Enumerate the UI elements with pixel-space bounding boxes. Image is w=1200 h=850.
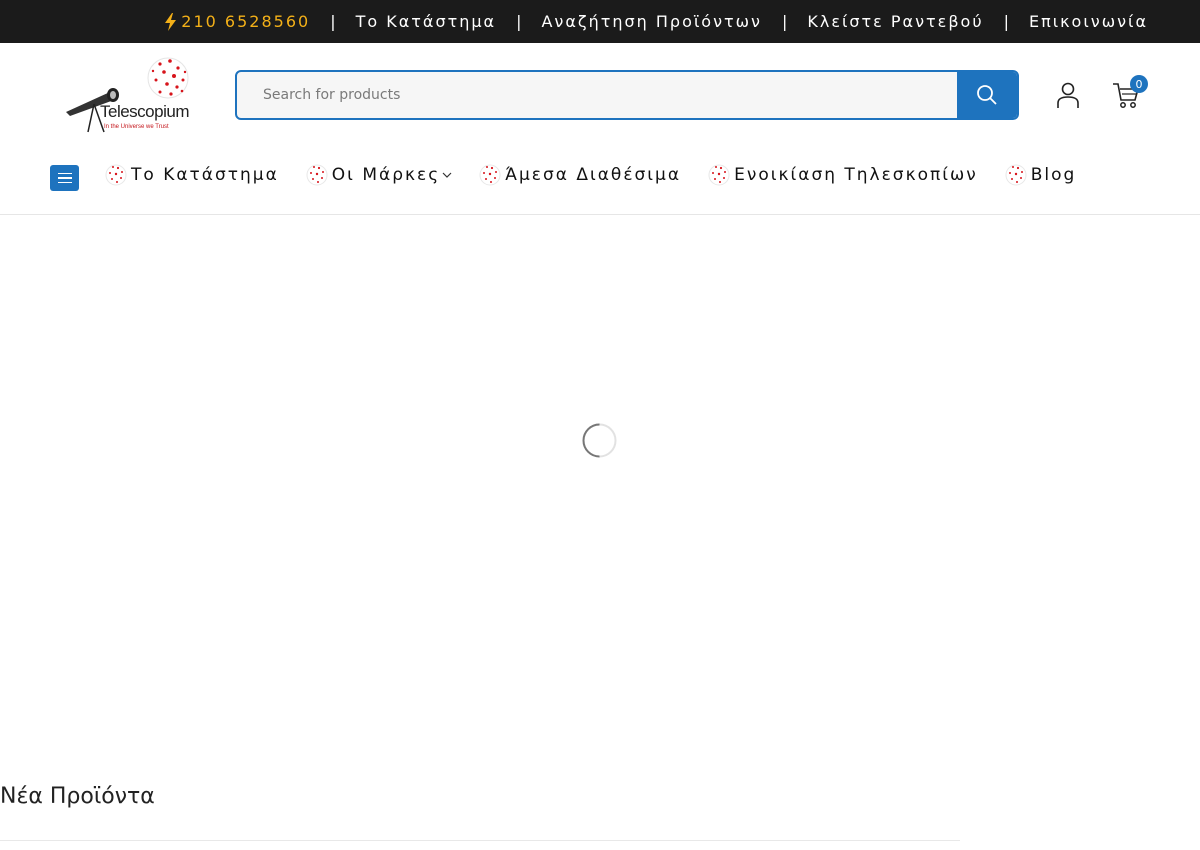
nav-item-label: Το Κατάστημα	[131, 165, 279, 185]
logo-tagline: In the Universe we Trust	[104, 124, 169, 130]
cart-count-badge: 0	[1130, 75, 1148, 93]
nav-item-telescope-rental[interactable]: Ενοικίαση Τηλεσκοπίων	[707, 162, 978, 188]
main-nav: Το Κατάστημα Οι Μάρκες Άμεσα Διαθέσιμα Ε…	[104, 158, 1102, 192]
nav-item-label: Άμεσα Διαθέσιμα	[505, 165, 682, 185]
top-bar-links: 210 6528560 | Το Κατάστημα | Αναζήτηση Π…	[164, 0, 1148, 43]
topbar-link-store[interactable]: Το Κατάστημα	[356, 12, 497, 31]
topbar-link-appointment[interactable]: Κλείστε Ραντεβού	[807, 12, 983, 31]
lightning-icon	[165, 12, 177, 31]
site-logo[interactable]: Telescopium In the Universe we Trust	[64, 54, 194, 136]
separator: |	[516, 12, 522, 31]
nav-item-in-stock[interactable]: Άμεσα Διαθέσιμα	[478, 162, 681, 188]
new-products-heading: Νέα Προϊόντα	[0, 784, 155, 809]
phone-link[interactable]: 210 6528560	[164, 12, 310, 31]
search-bar	[235, 70, 1019, 120]
section-divider	[0, 840, 960, 841]
header-divider	[0, 214, 1200, 215]
logo-text: Telescopium	[100, 102, 190, 121]
nav-item-blog[interactable]: Blog	[1004, 162, 1077, 188]
top-bar: 210 6528560 | Το Κατάστημα | Αναζήτηση Π…	[0, 0, 1200, 43]
hamburger-line	[57, 172, 72, 175]
loading-spinner-icon	[582, 423, 617, 458]
star-globe-icon	[708, 164, 730, 186]
hamburger-menu-button[interactable]	[50, 165, 79, 191]
search-icon	[977, 85, 997, 105]
star-globe-icon	[306, 164, 328, 186]
star-globe-icon	[479, 164, 501, 186]
star-globe-icon	[105, 164, 127, 186]
nav-item-label: Οι Μάρκες	[331, 165, 441, 185]
search-input[interactable]	[237, 72, 959, 118]
phone-number: 210 6528560	[181, 12, 311, 31]
search-button[interactable]	[957, 72, 1017, 118]
chevron-down-icon	[442, 172, 452, 178]
topbar-link-contact[interactable]: Επικοινωνία	[1029, 12, 1148, 31]
hamburger-line	[57, 181, 72, 184]
user-account-icon[interactable]	[1056, 81, 1080, 109]
separator: |	[1003, 12, 1009, 31]
star-globe-icon	[1005, 164, 1027, 186]
nav-item-brands[interactable]: Οι Μάρκες	[305, 162, 452, 188]
separator: |	[781, 12, 788, 31]
nav-item-label: Ενοικίαση Τηλεσκοπίων	[734, 165, 978, 185]
nav-item-label: Blog	[1030, 165, 1077, 185]
topbar-link-product-search[interactable]: Αναζήτηση Προϊόντων	[541, 12, 762, 31]
separator: |	[330, 12, 336, 31]
hamburger-line	[57, 177, 72, 179]
nav-item-store[interactable]: Το Κατάστημα	[104, 162, 279, 188]
